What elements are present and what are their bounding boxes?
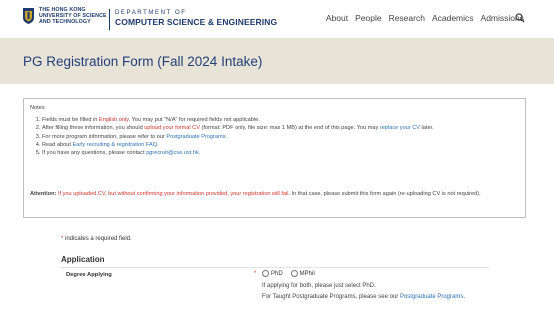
attention-label: Attention: — [30, 191, 57, 197]
note-item: For more program information, please ref… — [42, 133, 522, 141]
department-logo[interactable]: DEPARTMENT OF COMPUTER SCIENCE & ENGINEE… — [115, 9, 277, 28]
degree-radio-group: PhD MPhil — [262, 270, 323, 277]
note-item: If you have any questions, please contac… — [42, 149, 522, 157]
notes-list: Fields must be filled in English only. Y… — [31, 116, 522, 157]
phd-radio[interactable] — [262, 270, 269, 277]
required-field-note: * indicates a required field. — [61, 236, 132, 242]
help-text: . — [463, 294, 466, 300]
note-text: (format: PDF only, file size: max 1 MB) … — [199, 125, 380, 132]
mphil-radio[interactable] — [290, 270, 298, 277]
notes-box: Notes Fields must be filled in English o… — [23, 98, 526, 218]
note-text: Read about — [42, 141, 73, 148]
note-text: For more program information, please ref… — [42, 133, 167, 140]
attention-warning: If you uploaded CV, but without confirmi… — [56, 191, 291, 197]
search-icon[interactable] — [515, 13, 525, 23]
nav-about[interactable]: About — [326, 13, 348, 23]
university-line: AND TECHNOLOGY — [39, 19, 91, 25]
postgraduate-programs-link-2[interactable]: Postgraduate Programs — [400, 294, 463, 300]
degree-help-text-2: For Taught Postgraduate Programs, please… — [262, 294, 465, 300]
nav-academics[interactable]: Academics — [432, 13, 474, 23]
section-title-application: Application — [61, 255, 105, 264]
required-note-text: indicates a required field. — [63, 236, 132, 242]
note-text: Fields must be filled in — [42, 117, 99, 123]
help-text: For Taught Postgraduate Programs, please… — [262, 294, 400, 300]
contact-email-link[interactable]: pgrecruit@cse.ust.hk — [146, 150, 199, 156]
notes-title: Notes — [30, 105, 45, 111]
section-divider — [61, 267, 489, 268]
faq-link[interactable]: Early recruiting & registration FAQ — [72, 142, 157, 148]
note-text: later. — [419, 125, 434, 132]
note-emphasis: upload your formal CV — [144, 125, 200, 132]
note-text: . — [225, 133, 227, 140]
note-text: . — [198, 150, 201, 157]
nav-research[interactable]: Research — [389, 13, 425, 23]
hkust-logo[interactable]: THE HONG KONG UNIVERSITY OF SCIENCE AND … — [23, 7, 107, 25]
note-item: Read about Early recruiting & registrati… — [42, 141, 522, 149]
required-star: * — [254, 271, 257, 277]
nav-people[interactable]: People — [355, 13, 381, 23]
phd-label[interactable]: PhD — [271, 271, 283, 277]
degree-applying-label: Degree Applying — [66, 272, 112, 278]
note-text: After filling these information, you sho… — [42, 125, 145, 132]
postgraduate-programs-link[interactable]: Postgraduate Programs — [166, 134, 225, 140]
logo-divider — [109, 9, 110, 30]
department-prefix: DEPARTMENT OF — [115, 10, 187, 16]
crest-icon — [23, 8, 34, 24]
note-text: . You may put "N/A" for required fields … — [128, 117, 260, 123]
site-header: THE HONG KONG UNIVERSITY OF SCIENCE AND … — [0, 0, 554, 38]
main-nav: About People Research Academics Admissio… — [319, 13, 524, 23]
page-title: PG Registration Form (Fall 2024 Intake) — [23, 54, 263, 69]
attention-text: In that case, please submit this form ag… — [290, 191, 481, 197]
note-item: Fields must be filled in English only. Y… — [42, 116, 522, 124]
department-name: COMPUTER SCIENCE & ENGINEERING — [115, 17, 278, 27]
university-name: THE HONG KONG UNIVERSITY OF SCIENCE AND … — [39, 7, 107, 25]
degree-help-text: If applying for both, please just select… — [262, 283, 376, 289]
note-text: . — [157, 141, 159, 148]
note-text: If you have any questions, please contac… — [42, 150, 147, 157]
note-emphasis: English only — [98, 117, 129, 123]
mphil-label[interactable]: MPhil — [300, 271, 315, 277]
replace-cv-link[interactable]: replace your CV — [380, 125, 420, 131]
attention-note: Attention: If you uploaded CV, but witho… — [30, 190, 522, 198]
note-item: After filling these information, you sho… — [42, 124, 522, 132]
